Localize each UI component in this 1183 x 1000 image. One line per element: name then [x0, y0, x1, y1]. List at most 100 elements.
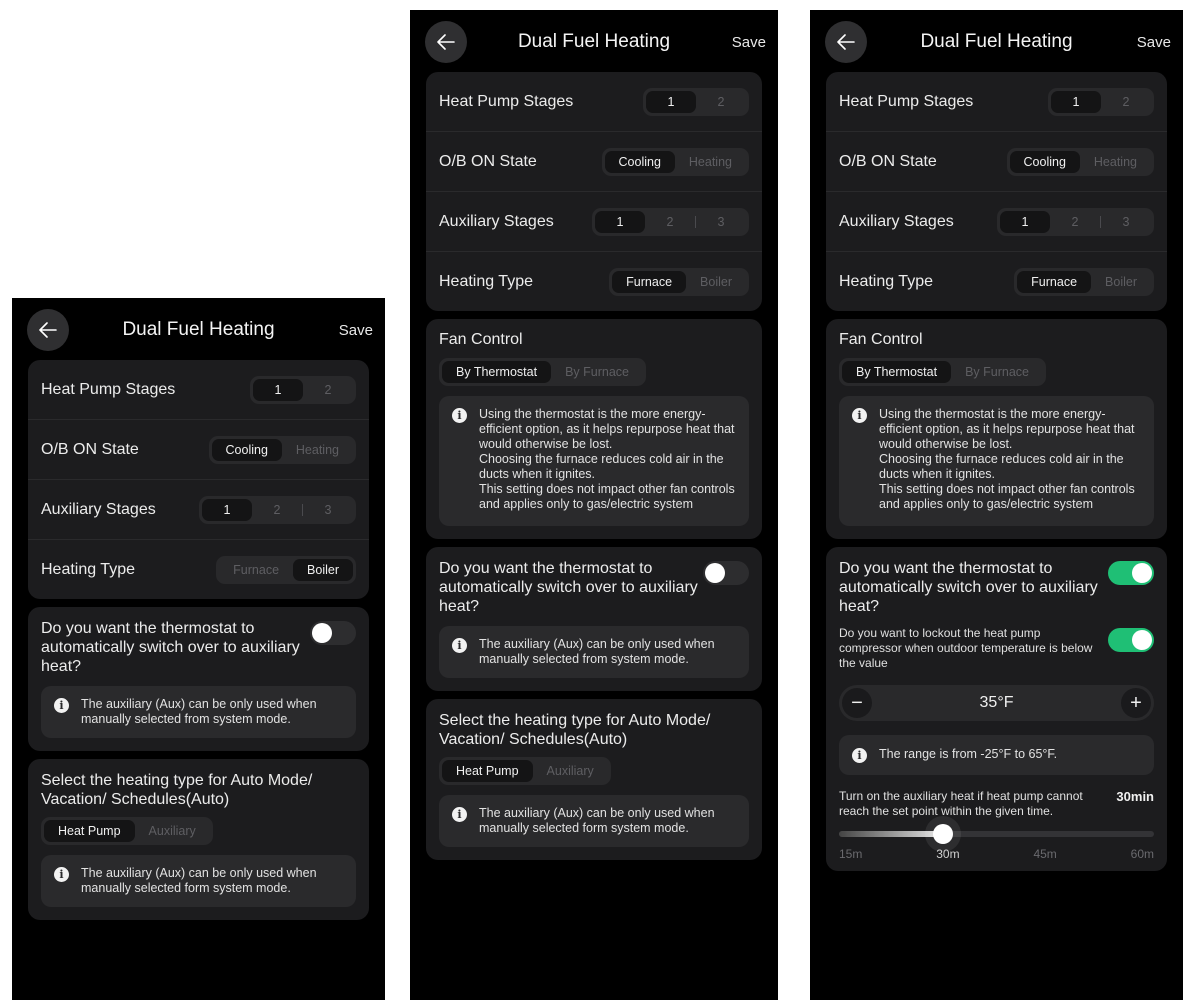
ob-on-state-label: O/B ON State	[41, 440, 139, 458]
fan-option-furnace[interactable]: By Furnace	[951, 361, 1043, 383]
heating-option-boiler[interactable]: Boiler	[686, 271, 746, 293]
heating-type-label: Heating Type	[439, 272, 533, 290]
aux-option-3[interactable]: 3	[696, 211, 746, 233]
aux-option-2[interactable]: 2	[252, 499, 302, 521]
header: Dual Fuel Heating Save	[410, 10, 778, 72]
ob-option-cooling[interactable]: Cooling	[1009, 150, 1080, 173]
stage-option-2[interactable]: 2	[1101, 91, 1151, 113]
heat-pump-stages-row: Heat Pump Stages 1 2	[426, 72, 762, 132]
aux-option-3[interactable]: 3	[1101, 211, 1151, 233]
ob-option-heating[interactable]: Heating	[1080, 151, 1151, 173]
page-title: Dual Fuel Heating	[920, 31, 1073, 52]
aux-timer-slider[interactable]	[839, 824, 1154, 844]
save-button[interactable]: Save	[339, 322, 373, 339]
aux-option-1[interactable]: 1	[202, 498, 252, 521]
auto-mode-selector: Heat Pump Auxiliary	[439, 757, 611, 785]
auto-switch-info: i The auxiliary (Aux) can be only used w…	[439, 626, 749, 678]
auto-switch-info-text: The auxiliary (Aux) can be only used whe…	[479, 637, 715, 666]
stage-option-1[interactable]: 1	[1051, 90, 1101, 113]
ob-option-cooling[interactable]: Cooling	[211, 438, 282, 461]
auto-mode-selector: Heat Pump Auxiliary	[41, 817, 213, 845]
heating-option-boiler[interactable]: Boiler	[293, 558, 353, 581]
slider-thumb[interactable]	[932, 824, 953, 844]
heating-option-furnace[interactable]: Furnace	[612, 270, 687, 293]
info-icon: i	[54, 867, 69, 882]
tick-label: 15m	[839, 847, 863, 861]
ob-on-state-row: O/B ON State Cooling Heating	[28, 420, 369, 480]
auto-mode-option-auxiliary[interactable]: Auxiliary	[533, 760, 608, 782]
aux-option-3[interactable]: 3	[303, 499, 353, 521]
ob-option-cooling[interactable]: Cooling	[604, 150, 675, 173]
fan-control-info-text: Using the thermostat is the more energy-…	[479, 407, 735, 511]
ob-on-state-selector: Cooling Heating	[1006, 147, 1154, 176]
ob-option-heating[interactable]: Heating	[675, 151, 746, 173]
minus-button[interactable]: −	[842, 688, 872, 718]
auxiliary-stages-row: Auxiliary Stages 1 2 3	[28, 480, 369, 540]
save-button[interactable]: Save	[1137, 34, 1171, 51]
lockout-question: Do you want to lockout the heat pump com…	[839, 626, 1093, 670]
fan-option-thermostat[interactable]: By Thermostat	[442, 361, 552, 383]
heat-pump-stages-label: Heat Pump Stages	[439, 92, 574, 110]
screen-1: Dual Fuel Heating Save Heat Pump Stages …	[12, 298, 385, 1000]
ob-option-heating[interactable]: Heating	[282, 439, 353, 461]
auto-switch-card: Do you want the thermostat to automatica…	[28, 607, 369, 751]
auto-switch-question: Do you want the thermostat to automatica…	[439, 560, 698, 615]
range-info-text: The range is from -25°F to 65°F.	[879, 747, 1058, 761]
fan-option-thermostat[interactable]: By Thermostat	[842, 361, 952, 383]
ob-on-state-label: O/B ON State	[439, 152, 537, 170]
heating-option-boiler[interactable]: Boiler	[1091, 271, 1151, 293]
fan-control-info: i Using the thermostat is the more energ…	[839, 396, 1154, 526]
save-button[interactable]: Save	[732, 34, 766, 51]
heating-option-furnace[interactable]: Furnace	[1017, 270, 1092, 293]
tick-label: 30m	[936, 847, 960, 861]
auto-mode-option-heat-pump[interactable]: Heat Pump	[44, 820, 135, 842]
heating-option-furnace[interactable]: Furnace	[219, 559, 293, 581]
range-info: i The range is from -25°F to 65°F.	[839, 735, 1154, 775]
auto-mode-info-text: The auxiliary (Aux) can be only used whe…	[479, 806, 715, 835]
settings-card: Heat Pump Stages 1 2 O/B ON State Coolin…	[826, 72, 1167, 311]
heat-pump-stages-label: Heat Pump Stages	[839, 92, 974, 110]
screen-2: Dual Fuel Heating Save Heat Pump Stages …	[410, 10, 778, 1000]
auto-switch-info-text: The auxiliary (Aux) can be only used whe…	[81, 697, 317, 726]
stage-option-1[interactable]: 1	[253, 378, 303, 401]
stage-option-1[interactable]: 1	[646, 90, 696, 113]
fan-control-selector: By Thermostat By Furnace	[439, 358, 646, 386]
page-title: Dual Fuel Heating	[122, 319, 275, 340]
ob-on-state-row: O/B ON State Cooling Heating	[826, 132, 1167, 192]
auxiliary-stages-row: Auxiliary Stages 1 2 3	[426, 192, 762, 252]
heating-type-label: Heating Type	[41, 560, 135, 578]
stage-option-2[interactable]: 2	[696, 91, 746, 113]
auto-mode-info: i The auxiliary (Aux) can be only used w…	[439, 795, 749, 847]
auto-mode-info-text: The auxiliary (Aux) can be only used whe…	[81, 866, 317, 895]
lockout-toggle[interactable]	[1108, 628, 1154, 652]
aux-timer-question: Turn on the auxiliary heat if heat pump …	[839, 789, 1083, 818]
auto-switch-toggle[interactable]	[703, 561, 749, 585]
heating-type-row: Heating Type Furnace Boiler	[426, 252, 762, 311]
aux-option-1[interactable]: 1	[595, 210, 645, 233]
fan-option-furnace[interactable]: By Furnace	[551, 361, 643, 383]
ob-on-state-label: O/B ON State	[839, 152, 937, 170]
heating-type-label: Heating Type	[839, 272, 933, 290]
info-icon: i	[452, 638, 467, 653]
heating-type-row: Heating Type Furnace Boiler	[28, 540, 369, 599]
auto-switch-question: Do you want the thermostat to automatica…	[41, 620, 300, 675]
toggle-knob	[1132, 563, 1152, 583]
heating-type-selector: Furnace Boiler	[609, 267, 749, 296]
plus-button[interactable]: +	[1121, 688, 1151, 718]
aux-option-1[interactable]: 1	[1000, 210, 1050, 233]
heat-pump-stages-selector: 1 2	[250, 375, 356, 404]
auto-mode-option-auxiliary[interactable]: Auxiliary	[135, 820, 210, 842]
lockout-temperature: 35°F	[979, 694, 1014, 711]
info-icon: i	[54, 698, 69, 713]
fan-control-selector: By Thermostat By Furnace	[839, 358, 1046, 386]
stage-option-2[interactable]: 2	[303, 379, 353, 401]
heat-pump-stages-label: Heat Pump Stages	[41, 380, 176, 398]
ob-on-state-selector: Cooling Heating	[208, 435, 356, 464]
auxiliary-stages-row: Auxiliary Stages 1 2 3	[826, 192, 1167, 252]
auto-switch-toggle[interactable]	[310, 621, 356, 645]
auto-mode-option-heat-pump[interactable]: Heat Pump	[442, 760, 533, 782]
aux-option-2[interactable]: 2	[1050, 211, 1100, 233]
aux-option-2[interactable]: 2	[645, 211, 695, 233]
auto-switch-toggle[interactable]	[1108, 561, 1154, 585]
auto-mode-info: i The auxiliary (Aux) can be only used w…	[41, 855, 356, 907]
